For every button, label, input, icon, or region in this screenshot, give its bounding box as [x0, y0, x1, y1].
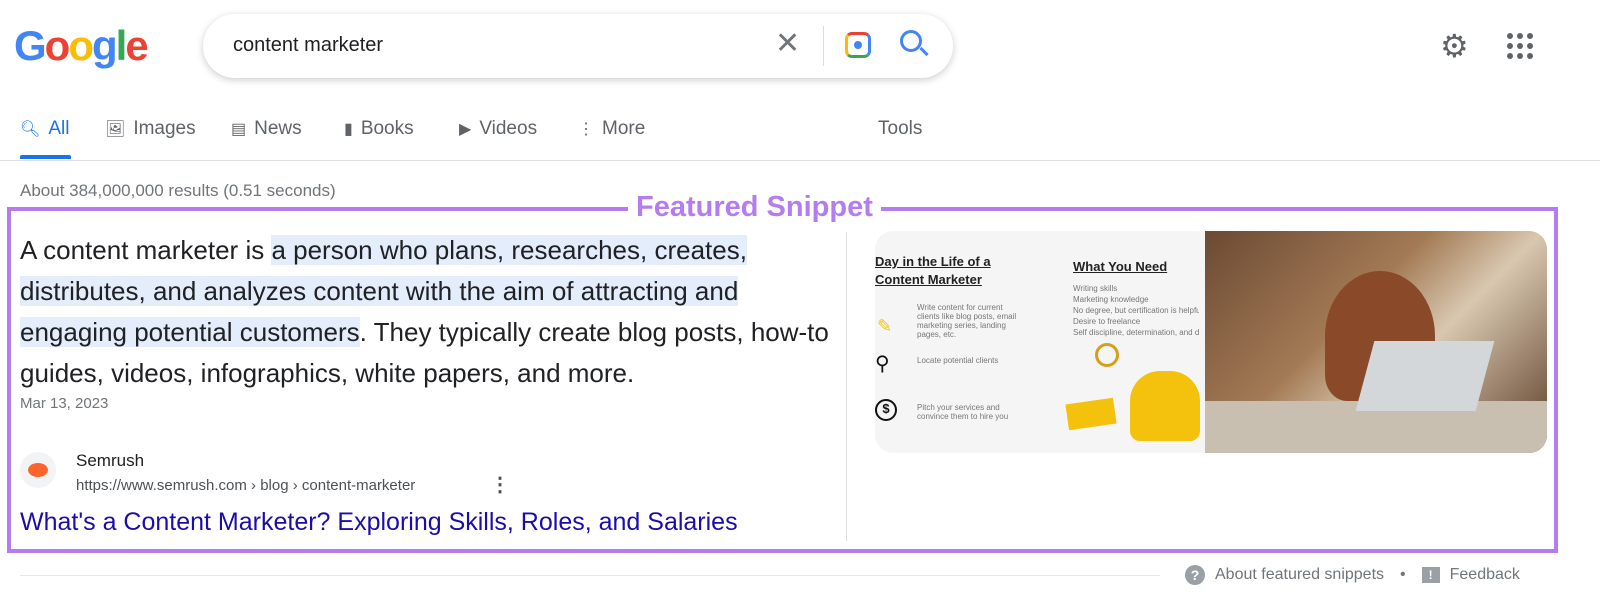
- feedback-link[interactable]: Feedback: [1450, 566, 1520, 584]
- office-photo: [1205, 231, 1547, 453]
- illustration-person: [1130, 371, 1200, 441]
- infographic-image: Day in the Life of a Content Marketer Wr…: [875, 231, 1200, 453]
- snippet-pre: A content marketer is: [20, 235, 272, 265]
- about-featured-snippets-link[interactable]: About featured snippets: [1215, 566, 1384, 584]
- result-title-link[interactable]: What's a Content Marketer? Exploring Ski…: [20, 508, 738, 537]
- need-item: Marketing knowledge: [1073, 295, 1149, 304]
- search-box[interactable]: content marketer ✕: [203, 14, 953, 78]
- clear-icon[interactable]: ✕: [775, 26, 800, 61]
- separator: •: [1400, 566, 1406, 583]
- snippet-image[interactable]: Day in the Life of a Content Marketer Wr…: [875, 231, 1547, 453]
- need-item: No degree, but certification is helpful: [1073, 306, 1199, 315]
- result-stats: About 384,000,000 results (0.51 seconds): [20, 181, 336, 200]
- help-icon: ?: [1185, 565, 1205, 585]
- more-options-icon[interactable]: ⋮: [490, 472, 510, 497]
- need-item: Self discipline, determination, and d: [1073, 328, 1199, 337]
- magnifier-illustration-icon: [1095, 343, 1119, 367]
- tab-books[interactable]: ▮ Books: [344, 118, 414, 140]
- gear-icon[interactable]: ⚙: [1440, 30, 1469, 62]
- google-logo[interactable]: Google: [14, 22, 149, 70]
- infographic-heading: Day in the Life of a Content Marketer: [875, 254, 991, 287]
- divider: [0, 160, 1600, 161]
- location-pin-icon: ⚲: [875, 353, 890, 375]
- tab-label: News: [254, 118, 302, 139]
- infographic-item: Write content for current clients like b…: [917, 303, 1017, 339]
- search-icon: 🔍︎: [20, 121, 41, 138]
- more-vert-icon: ⋮: [578, 121, 594, 138]
- feedback-icon: !: [1421, 567, 1440, 583]
- divider: [846, 232, 847, 541]
- need-item: Desire to freelance: [1073, 317, 1141, 326]
- divider: [20, 575, 1160, 576]
- tab-more[interactable]: ⋮ More: [578, 118, 645, 140]
- tab-label: More: [602, 118, 646, 139]
- tab-videos[interactable]: ▶ Videos: [459, 118, 537, 140]
- image-icon: 🖼︎: [105, 121, 126, 138]
- tab-label: All: [48, 118, 70, 139]
- tab-all[interactable]: 🔍︎ All: [20, 118, 69, 140]
- infographic-item: Locate potential clients: [917, 356, 999, 365]
- tab-news[interactable]: ▤ News: [231, 118, 302, 140]
- need-item: Writing skills: [1073, 284, 1118, 293]
- tab-images[interactable]: 🖼︎ Images: [105, 118, 196, 140]
- tab-label: Videos: [479, 118, 538, 139]
- news-icon: ▤: [231, 121, 247, 138]
- tab-label: Images: [133, 118, 196, 139]
- infographic-heading: What You Need: [1073, 259, 1168, 274]
- tab-label: Books: [360, 118, 414, 139]
- active-tab-indicator: [20, 155, 71, 159]
- tools-button[interactable]: Tools: [878, 118, 922, 140]
- video-icon: ▶: [459, 121, 472, 138]
- snippet-date: Mar 13, 2023: [20, 395, 109, 412]
- infographic-item: Pitch your services and convince them to…: [917, 403, 1009, 421]
- dollar-icon: $: [875, 399, 897, 421]
- search-icon[interactable]: [900, 30, 922, 52]
- source-url[interactable]: https://www.semrush.com › blog › content…: [76, 477, 415, 494]
- source-site-name[interactable]: Semrush: [76, 451, 144, 471]
- search-input[interactable]: content marketer: [233, 34, 383, 57]
- pencil-icon: ✎: [877, 316, 893, 336]
- google-lens-icon[interactable]: [845, 32, 871, 58]
- featured-snippet-label: Featured Snippet: [628, 191, 881, 224]
- divider: [823, 26, 824, 66]
- illustration-card: [1065, 397, 1117, 431]
- laptop: [1355, 341, 1495, 411]
- apps-grid-icon[interactable]: [1507, 33, 1533, 59]
- snippet-text: A content marketer is a person who plans…: [20, 230, 830, 394]
- semrush-favicon: [20, 452, 56, 488]
- infographic-needs: Writing skills Marketing knowledge No de…: [1073, 283, 1199, 338]
- book-icon: ▮: [344, 121, 353, 138]
- snippet-footer: ? About featured snippets • ! Feedback: [1185, 565, 1520, 585]
